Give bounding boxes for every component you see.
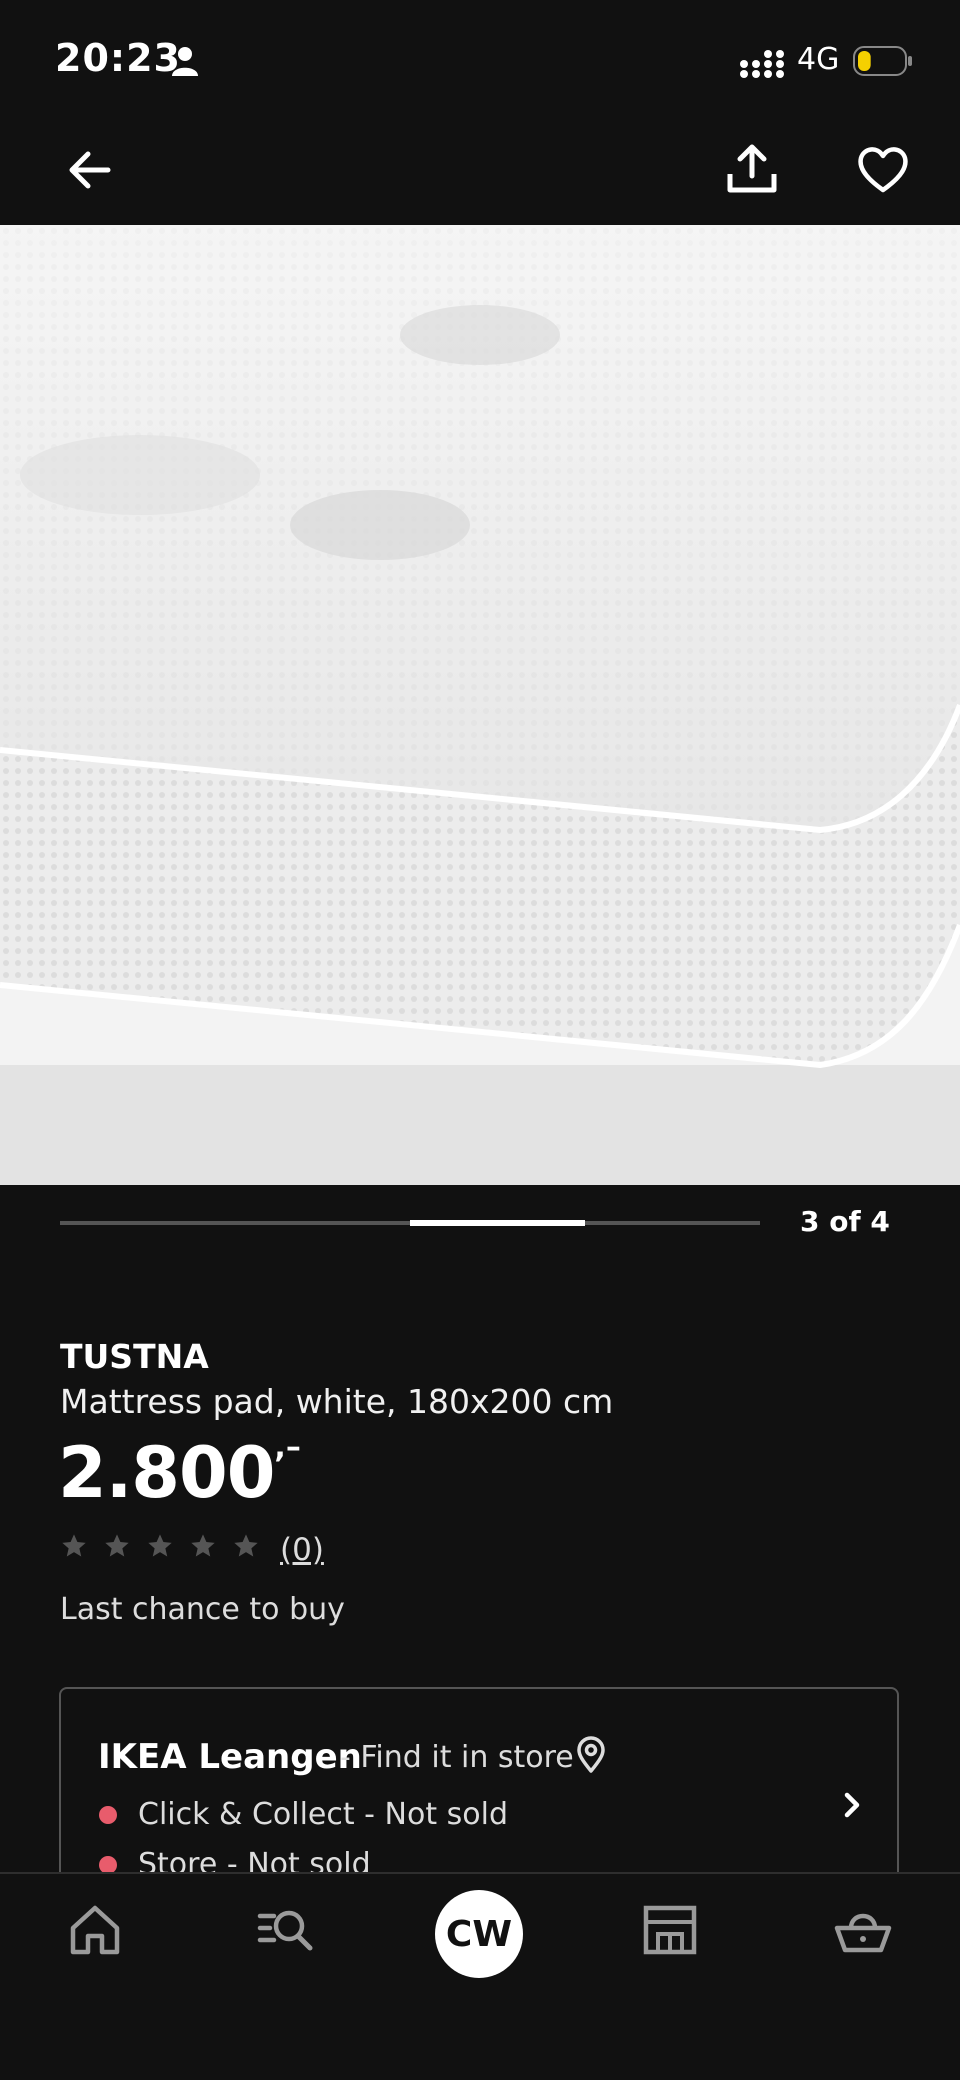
star-icon xyxy=(234,1534,258,1557)
search-list-icon[interactable] xyxy=(256,1900,316,1960)
person-icon xyxy=(172,47,198,76)
status-dot-click-collect xyxy=(99,1806,117,1824)
battery-icon xyxy=(853,46,912,76)
basket-icon[interactable] xyxy=(833,1900,893,1960)
status-time: 20:23 xyxy=(55,36,181,80)
star-icon xyxy=(62,1534,86,1557)
battery-level xyxy=(858,51,871,71)
mattress-pad-illustration xyxy=(0,225,960,1185)
carousel-progress-active xyxy=(410,1220,585,1226)
signal-icon xyxy=(740,50,784,78)
home-icon[interactable] xyxy=(65,1900,125,1960)
carousel-counter: 3 of 4 xyxy=(800,1205,890,1238)
availability-note: Last chance to buy xyxy=(60,1592,345,1627)
location-pin-icon xyxy=(577,1736,605,1773)
chevron-right-icon[interactable] xyxy=(835,1788,869,1822)
star-icon xyxy=(191,1534,215,1557)
product-description: Mattress pad, white, 180x200 cm xyxy=(60,1382,614,1421)
account-avatar[interactable]: CW xyxy=(435,1890,523,1978)
product-price: 2.800,– xyxy=(58,1430,301,1514)
share-button[interactable] xyxy=(722,140,782,200)
favorite-button[interactable] xyxy=(853,140,913,200)
price-suffix: ,– xyxy=(274,1430,301,1465)
product-brand: TUSTNA xyxy=(60,1337,209,1376)
back-button[interactable] xyxy=(60,140,120,200)
star-icon xyxy=(148,1534,172,1557)
store-name: IKEA Leangen xyxy=(98,1737,362,1777)
star-icon xyxy=(105,1534,129,1557)
click-collect-status: Click & Collect - Not sold xyxy=(138,1797,508,1832)
find-in-store-label: - Find it in store xyxy=(340,1740,574,1775)
network-type: 4G xyxy=(797,42,840,77)
rating-stars[interactable] xyxy=(60,1532,260,1560)
product-image[interactable] xyxy=(0,225,960,1185)
price-value: 2.800 xyxy=(58,1432,275,1514)
review-count-link[interactable]: (0) xyxy=(280,1532,324,1568)
store-icon[interactable] xyxy=(640,1900,700,1960)
